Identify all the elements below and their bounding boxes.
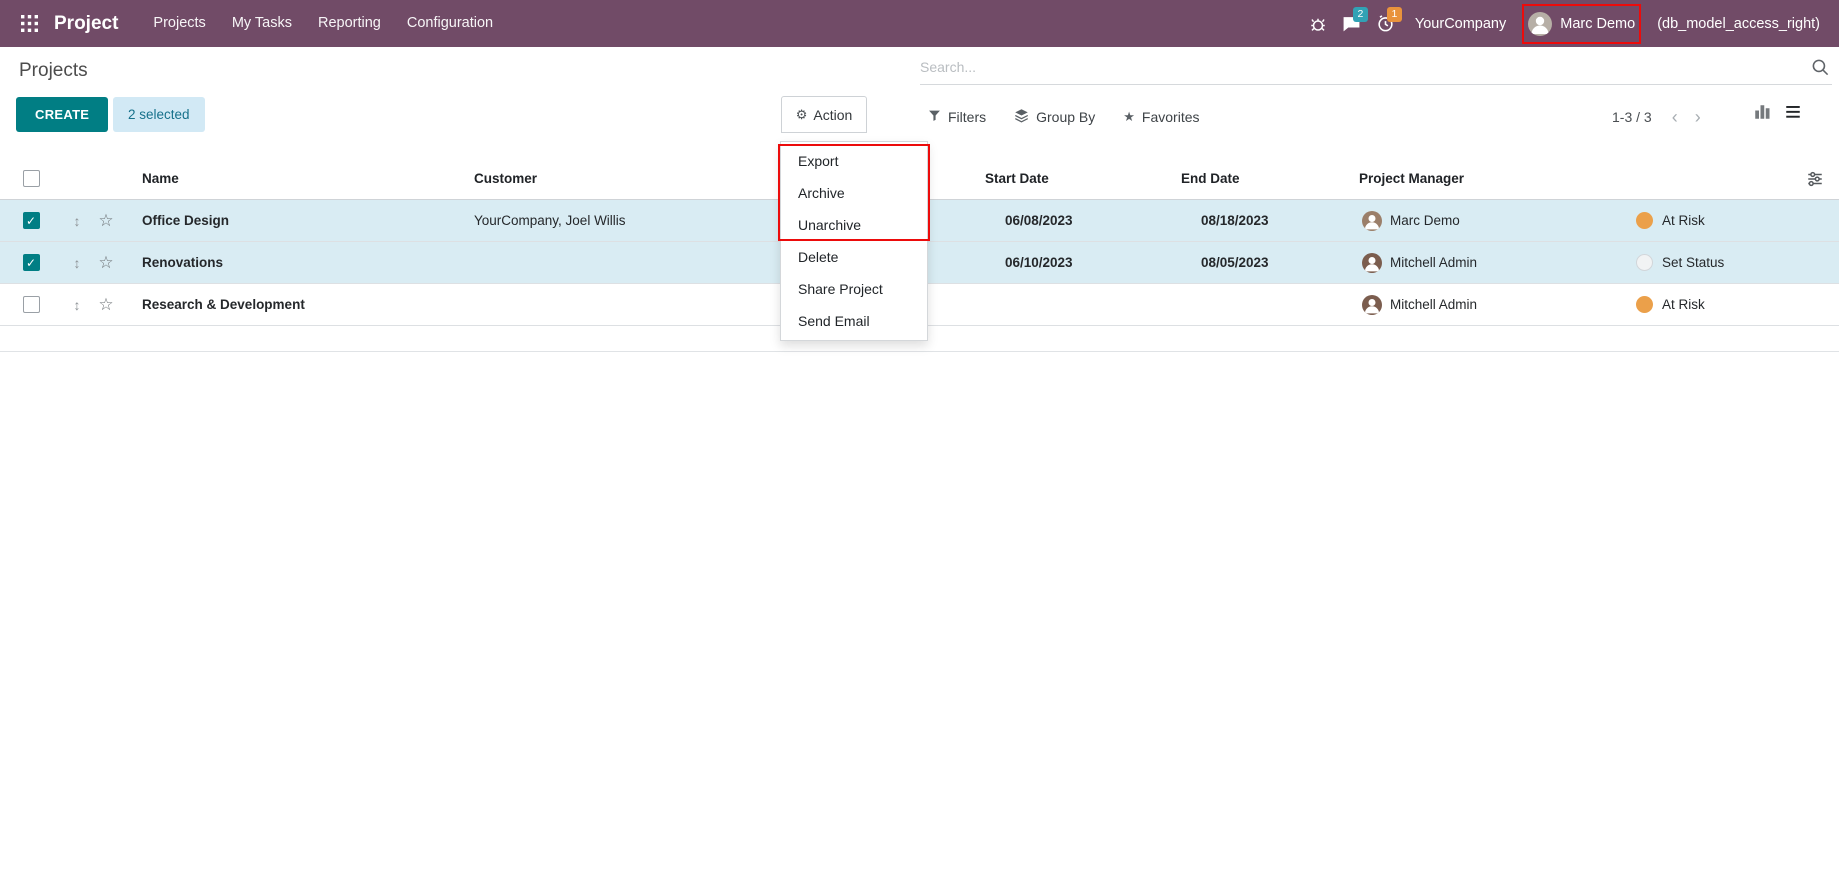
breadcrumb-page-title[interactable]: Projects [19, 60, 88, 82]
user-avatar [1528, 12, 1552, 36]
status-label: Set Status [1662, 255, 1724, 270]
action-dropdown-button[interactable]: ⚙ Action [781, 96, 867, 133]
manager-name: Marc Demo [1390, 213, 1460, 228]
app-title[interactable]: Project [54, 13, 118, 35]
filters-label: Filters [948, 109, 986, 125]
search-options: Filters Group By ★ Favorites [928, 99, 1200, 134]
favorites-label: Favorites [1142, 109, 1200, 125]
column-header-end-date[interactable]: End Date [1181, 171, 1359, 186]
navbar-right: 2 1 YourCompany Marc Demo (db_model_acce… [1301, 12, 1832, 36]
manager-name: Mitchell Admin [1390, 255, 1477, 270]
group-by-label: Group By [1036, 109, 1095, 125]
project-name-cell[interactable]: Renovations [120, 255, 474, 270]
list-view-icon[interactable] [1784, 103, 1802, 121]
action-menu-item-archive[interactable]: Archive [781, 177, 927, 209]
project-name-cell[interactable]: Office Design [120, 213, 474, 228]
favorites-button[interactable]: ★ Favorites [1123, 109, 1199, 125]
column-header-name[interactable]: Name [120, 171, 474, 186]
favorites-star-icon: ★ [1123, 109, 1135, 125]
activities-badge: 1 [1387, 7, 1402, 22]
menu-my-tasks[interactable]: My Tasks [219, 0, 305, 47]
debug-bug-icon[interactable] [1301, 15, 1335, 33]
favorite-star-icon[interactable]: ☆ [92, 295, 120, 315]
action-menu-item-unarchive[interactable]: Unarchive [781, 209, 927, 241]
kanban-view-icon[interactable] [1753, 103, 1771, 121]
manager-avatar [1362, 253, 1382, 273]
filters-button[interactable]: Filters [928, 109, 986, 125]
project-manager-cell[interactable]: Mitchell Admin [1359, 253, 1616, 273]
status-label: At Risk [1662, 213, 1705, 228]
menu-projects[interactable]: Projects [140, 0, 218, 47]
end-date-cell[interactable]: 08/05/2023 [1181, 255, 1359, 270]
status-cell[interactable]: Set Status [1616, 254, 1839, 271]
status-dot-icon[interactable] [1636, 296, 1653, 313]
group-by-button[interactable]: Group By [1014, 108, 1095, 126]
project-manager-cell[interactable]: Mitchell Admin [1359, 295, 1616, 315]
column-header-start-date[interactable]: Start Date [985, 171, 1181, 186]
column-header-project-manager[interactable]: Project Manager [1359, 171, 1616, 186]
end-date-cell[interactable]: 08/18/2023 [1181, 213, 1359, 228]
user-name: Marc Demo [1560, 16, 1635, 32]
manager-avatar [1362, 211, 1382, 231]
action-menu-item-send-email[interactable]: Send Email [781, 305, 927, 337]
status-label: At Risk [1662, 297, 1705, 312]
search-bar [920, 50, 1832, 85]
manager-avatar [1362, 295, 1382, 315]
filter-funnel-icon [928, 109, 941, 125]
user-menu[interactable]: Marc Demo [1528, 12, 1635, 36]
status-cell[interactable]: At Risk [1616, 296, 1839, 313]
selection-count-badge[interactable]: 2 selected [113, 97, 205, 132]
action-dropdown-menu: ExportArchiveUnarchiveDeleteShare Projec… [780, 141, 928, 341]
pager: 1-3 / 3 ‹ › [1612, 99, 1701, 134]
drag-handle-icon[interactable]: ↕ [62, 297, 92, 313]
search-icon[interactable] [1808, 58, 1832, 77]
favorite-star-icon[interactable]: ☆ [92, 253, 120, 273]
project-manager-cell[interactable]: Marc Demo [1359, 211, 1616, 231]
start-date-cell[interactable]: 06/10/2023 [985, 255, 1181, 270]
row-checkbox[interactable]: ✓ [23, 254, 40, 271]
status-dot-icon[interactable] [1636, 254, 1653, 271]
status-cell[interactable]: At Risk [1616, 212, 1839, 229]
pager-previous-icon[interactable]: ‹ [1672, 108, 1678, 126]
project-name-cell[interactable]: Research & Development [120, 297, 474, 312]
action-button-label: Action [813, 107, 852, 123]
row-checkbox[interactable]: ✓ [23, 212, 40, 229]
action-menu-item-export[interactable]: Export [781, 145, 927, 177]
status-dot-icon[interactable] [1636, 212, 1653, 229]
menu-configuration[interactable]: Configuration [394, 0, 506, 47]
messages-icon[interactable]: 2 [1335, 14, 1369, 33]
drag-handle-icon[interactable]: ↕ [62, 255, 92, 271]
pager-next-icon[interactable]: › [1695, 108, 1701, 126]
pager-range: 1-3 / 3 [1612, 109, 1652, 125]
search-input[interactable] [920, 59, 1808, 75]
select-all-checkbox[interactable] [23, 170, 40, 187]
manager-name: Mitchell Admin [1390, 297, 1477, 312]
drag-handle-icon[interactable]: ↕ [62, 213, 92, 229]
gear-icon: ⚙ [796, 107, 808, 123]
start-date-cell[interactable]: 06/08/2023 [985, 213, 1181, 228]
main-menu: ProjectsMy TasksReportingConfiguration [140, 0, 506, 47]
company-switcher[interactable]: YourCompany [1415, 16, 1506, 32]
apps-grid-icon[interactable] [14, 15, 44, 32]
layers-icon [1014, 108, 1029, 126]
action-menu-item-share-project[interactable]: Share Project [781, 273, 927, 305]
top-navbar: Project ProjectsMy TasksReportingConfigu… [0, 0, 1839, 47]
action-menu-item-delete[interactable]: Delete [781, 241, 927, 273]
activities-clock-icon[interactable]: 1 [1369, 14, 1403, 33]
favorite-star-icon[interactable]: ☆ [92, 211, 120, 231]
menu-reporting[interactable]: Reporting [305, 0, 394, 47]
view-switcher [1753, 103, 1802, 121]
db-label: (db_model_access_right) [1657, 16, 1820, 32]
optional-columns-icon[interactable] [1806, 170, 1824, 188]
odoo-project-screen: Project ProjectsMy TasksReportingConfigu… [0, 0, 1839, 883]
row-checkbox[interactable] [23, 296, 40, 313]
create-button[interactable]: CREATE [16, 97, 108, 132]
messages-badge: 2 [1353, 7, 1368, 22]
